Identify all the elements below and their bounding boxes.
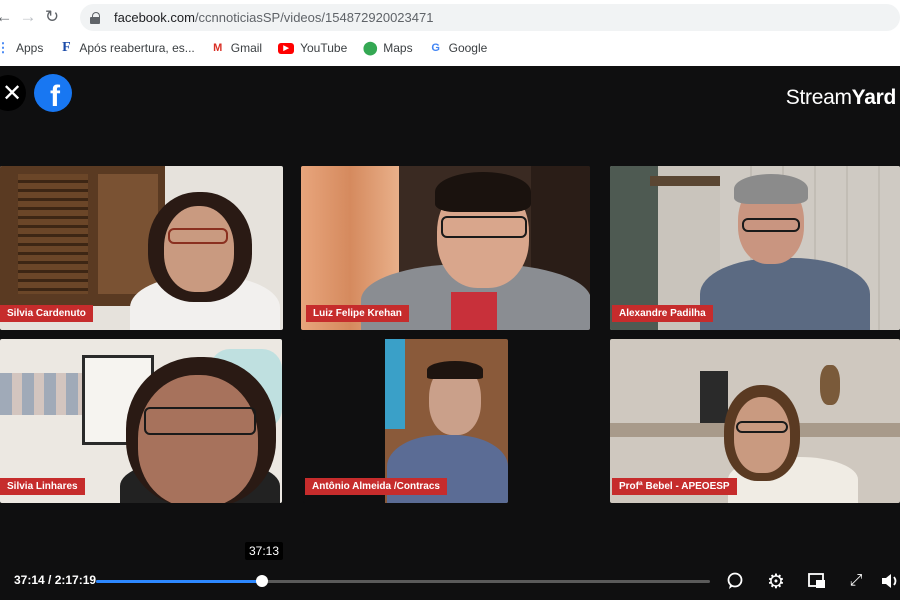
glasses xyxy=(168,228,228,244)
streamyard-logo: StreamYard xyxy=(785,86,897,110)
person-hair xyxy=(427,361,483,379)
forward-arrow-icon[interactable]: → xyxy=(16,5,40,29)
bookmark-label: Após reabertura, es... xyxy=(79,41,195,55)
bunting-decoration xyxy=(0,373,82,415)
bookmark-article[interactable]: F Após reabertura, es... xyxy=(59,40,195,55)
participant-tile: Luiz Felipe Krehan xyxy=(301,166,590,330)
video-player[interactable]: ✕ f StreamYard Silvia Cardenuto Luiz Fel… xyxy=(0,66,900,600)
name-tag: Profª Bebel - APEOESP xyxy=(612,478,737,495)
lock-icon xyxy=(90,11,100,24)
bookmark-label: Apps xyxy=(16,41,44,55)
shutter-slats xyxy=(18,174,88,294)
back-arrow-icon[interactable]: ← xyxy=(0,5,16,29)
glasses xyxy=(441,216,527,238)
participant-tile: Silvia Linhares xyxy=(0,339,282,503)
participant-tile: Profª Bebel - APEOESP xyxy=(610,339,900,503)
bookmark-google[interactable]: G Google xyxy=(429,41,488,55)
gmail-icon: M xyxy=(213,42,223,54)
name-tag: Luiz Felipe Krehan xyxy=(306,305,409,322)
volume-icon[interactable] xyxy=(879,570,900,592)
address-bar[interactable]: facebook.com/ccnnoticiasSP/videos/154872… xyxy=(80,4,900,31)
person-hair xyxy=(435,172,531,212)
bookmark-gmail[interactable]: M Gmail xyxy=(211,41,262,55)
name-tag: Alexandre Padilha xyxy=(612,305,713,322)
red-shirt xyxy=(451,292,497,330)
bookmark-label: Gmail xyxy=(230,41,263,55)
picture-in-picture-icon[interactable] xyxy=(806,570,828,592)
seek-bar[interactable] xyxy=(96,575,710,587)
google-icon: G xyxy=(431,42,440,54)
address-row: ← → ↻ facebook.com/ccnnoticiasSP/videos/… xyxy=(0,0,900,34)
person-hair xyxy=(734,174,808,204)
comment-glyph xyxy=(727,572,743,589)
kitchen-appliance xyxy=(700,371,728,423)
close-icon[interactable]: ✕ xyxy=(0,75,26,111)
name-tag: Silvia Linhares xyxy=(0,478,85,495)
settings-gear-icon[interactable]: ⚙ xyxy=(765,570,787,593)
name-tag: Silvia Cardenuto xyxy=(0,305,93,322)
apps-grid-icon: ⋮ xyxy=(0,40,10,55)
url-host: facebook.com xyxy=(114,10,195,25)
brand-yard: Yard xyxy=(851,86,897,109)
seek-bar-progress xyxy=(96,580,263,583)
bookmark-maps[interactable]: ⬤ Maps xyxy=(362,40,413,55)
maps-pin-icon: ⬤ xyxy=(362,40,378,55)
bookmark-label: Google xyxy=(448,41,488,55)
glasses xyxy=(144,407,256,435)
blue-object xyxy=(385,339,405,429)
participant-tile: Antônio Almeida /Contracs xyxy=(303,339,508,503)
seek-bar-handle[interactable] xyxy=(256,575,269,587)
comment-icon[interactable] xyxy=(724,570,746,592)
fullscreen-icon[interactable]: ⤢ xyxy=(845,570,867,592)
glasses xyxy=(742,218,800,232)
time-display: 37:14 / 2:17:19 xyxy=(14,573,97,587)
name-tag: Antônio Almeida /Contracs xyxy=(305,478,447,495)
seek-tooltip: 37:13 xyxy=(245,542,284,560)
participant-tile: Silvia Cardenuto xyxy=(0,166,283,330)
person-body xyxy=(700,258,870,330)
reload-icon[interactable]: ↻ xyxy=(40,5,64,29)
glasses xyxy=(736,421,788,433)
person-face xyxy=(734,397,790,473)
youtube-icon: ▶ xyxy=(278,42,295,54)
bookmark-youtube[interactable]: ▶ YouTube xyxy=(278,41,347,55)
browser-chrome: ← → ↻ facebook.com/ccnnoticiasSP/videos/… xyxy=(0,0,900,66)
url-text: facebook.com/ccnnoticiasSP/videos/154872… xyxy=(114,10,433,25)
person-face xyxy=(164,206,234,292)
brand-stream: Stream xyxy=(785,86,852,109)
bookmarks-bar: ⋮ Apps F Após reabertura, es... M Gmail … xyxy=(0,36,503,60)
bookmark-label: YouTube xyxy=(300,41,348,55)
person-face xyxy=(138,375,258,503)
f-site-icon: F xyxy=(62,40,71,55)
bookmark-label: Maps xyxy=(383,41,413,55)
vase xyxy=(820,365,840,405)
facebook-logo-icon[interactable]: f xyxy=(34,74,72,112)
url-path: /ccnnoticiasSP/videos/154872920023471 xyxy=(194,10,434,25)
player-controls: 37:14 / 2:17:19 ⚙ ⤢ xyxy=(0,564,900,600)
pip-glyph xyxy=(808,573,825,588)
participant-tile: Alexandre Padilha xyxy=(610,166,900,330)
bookmark-apps[interactable]: ⋮ Apps xyxy=(0,40,44,55)
volume-glyph xyxy=(882,574,897,588)
